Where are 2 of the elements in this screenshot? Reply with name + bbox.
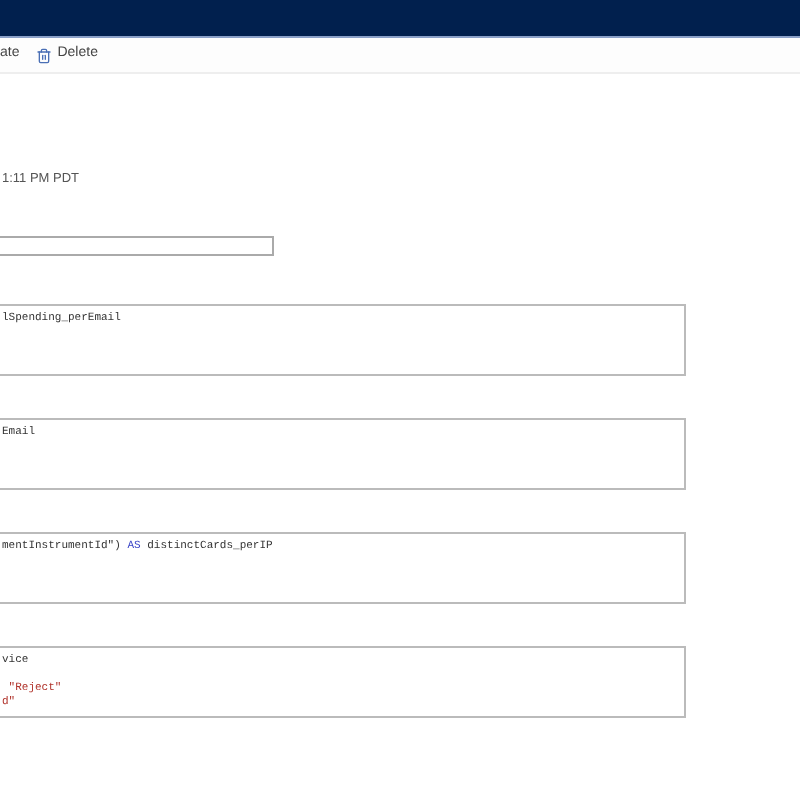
text-field[interactable] <box>0 235 274 255</box>
trash-icon <box>35 47 52 63</box>
